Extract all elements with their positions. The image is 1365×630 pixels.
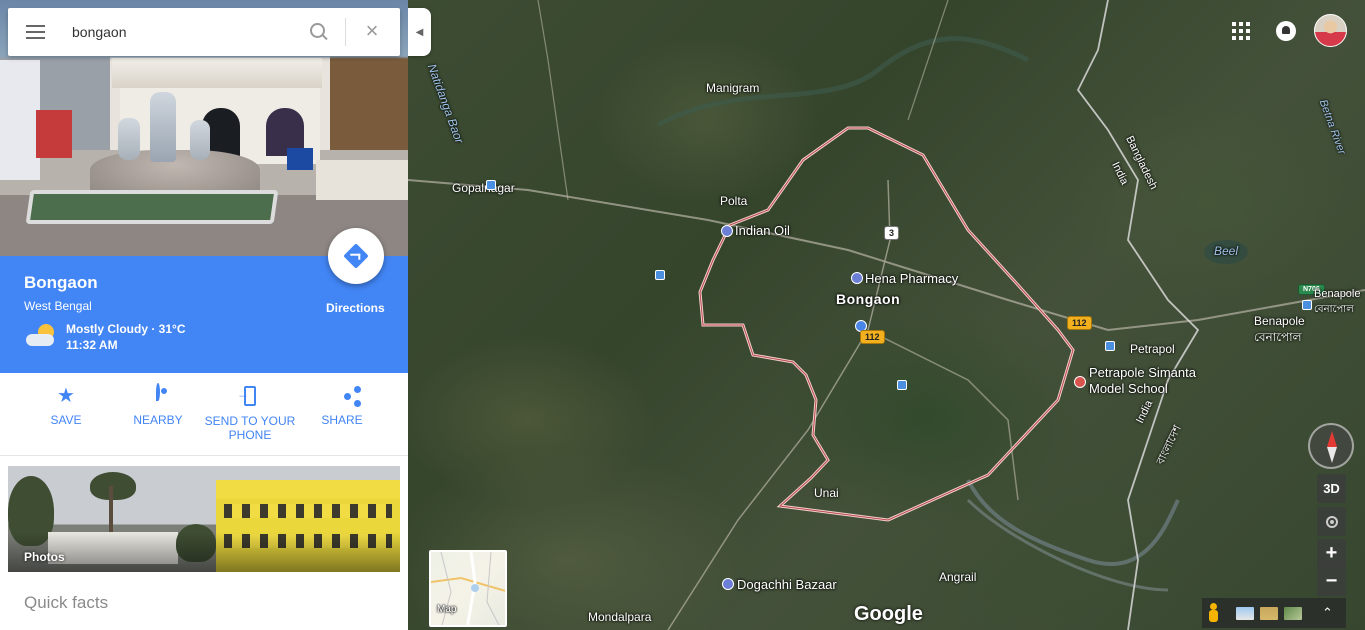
local-time: 11:32 AM [66, 338, 118, 352]
share-button[interactable]: SHARE [296, 385, 388, 427]
fuel-poi-icon[interactable] [721, 225, 733, 237]
map-label-polta[interactable]: Polta [720, 194, 747, 208]
map-label-benapole[interactable]: Benapole [1254, 314, 1305, 328]
pegman-icon[interactable] [1208, 603, 1218, 623]
route-shield-3: 3 [884, 226, 900, 240]
star-icon: ★ [57, 385, 75, 407]
directions-icon [343, 243, 369, 269]
imagery-thumbnail[interactable] [1236, 606, 1254, 620]
map-label-bongaon[interactable]: Bongaon [836, 291, 900, 307]
place-actions: ★ SAVE NEARBY SEND TO YOUR PHONE SHARE [0, 373, 408, 456]
map-label-petrapole-school-1[interactable]: Petrapole Simanta [1089, 365, 1196, 380]
nearby-label: NEARBY [133, 413, 183, 427]
school-poi-icon[interactable] [1074, 376, 1086, 388]
map-label-angrail[interactable]: Angrail [939, 570, 976, 584]
directions-label[interactable]: Directions [326, 301, 385, 315]
bus-stop-icon[interactable] [897, 380, 907, 390]
map-type-label: Map [437, 604, 457, 615]
zoom-out-button[interactable]: − [1317, 567, 1346, 596]
partly-cloudy-icon [26, 324, 56, 348]
location-pin-icon [156, 383, 160, 401]
notifications-bell-icon[interactable] [1276, 21, 1296, 41]
3d-toggle-button[interactable]: 3D [1317, 474, 1346, 503]
compass-icon[interactable] [1308, 423, 1354, 469]
map-label-benapole-bn: বেনাপোল [1254, 330, 1302, 344]
search-box: × [8, 8, 400, 56]
search-divider [345, 18, 346, 46]
send-to-phone-icon [237, 386, 256, 406]
map-label-gopalnagar[interactable]: Gopalnagar [452, 181, 515, 195]
send-label-line2: PHONE [228, 428, 272, 442]
place-panel: Bongaon West Bengal Mostly Cloudy · 31°C… [0, 0, 408, 630]
directions-button[interactable] [328, 228, 384, 284]
zoom-in-button[interactable]: + [1317, 539, 1346, 568]
save-label: SAVE [50, 413, 82, 427]
imagery-strip: ⌃ [1202, 598, 1346, 628]
map-label-petrapole-school-2[interactable]: Model School [1089, 381, 1168, 396]
my-location-button[interactable] [1317, 507, 1346, 536]
collapse-panel-button[interactable]: ◀ [408, 8, 431, 56]
map-label-hena-pharmacy[interactable]: Hena Pharmacy [865, 271, 958, 286]
save-button[interactable]: ★ SAVE [20, 385, 112, 427]
imagery-thumbnail[interactable] [1284, 606, 1302, 620]
place-title: Bongaon [24, 273, 98, 292]
search-input[interactable] [72, 22, 292, 42]
menu-icon[interactable] [26, 25, 45, 39]
route-shield-112: 112 [860, 330, 885, 344]
bus-stop-icon[interactable] [655, 270, 665, 280]
chevron-up-icon[interactable]: ⌃ [1322, 605, 1333, 621]
place-region: West Bengal [24, 299, 92, 313]
bus-stop-icon[interactable] [1302, 300, 1312, 310]
satellite-map[interactable]: Natidanga Baor Manigram Gopalnagar Polta… [408, 0, 1365, 630]
map-label-dogachhi[interactable]: Dogachhi Bazaar [737, 577, 837, 592]
route-shield-112-east: 112 [1067, 316, 1092, 330]
avatar[interactable] [1314, 14, 1347, 47]
send-to-phone-button[interactable]: SEND TO YOUR PHONE [204, 385, 296, 442]
quick-facts-heading: Quick facts [24, 593, 109, 612]
close-icon[interactable]: × [363, 20, 381, 42]
map-thumbnail [431, 552, 505, 625]
map-label-manigram[interactable]: Manigram [706, 81, 759, 95]
map-label-beel: Beel [1214, 244, 1239, 258]
map-label-unai[interactable]: Unai [814, 486, 839, 500]
shopping-poi-icon[interactable] [722, 578, 734, 590]
bus-stop-icon[interactable] [1105, 341, 1115, 351]
map-label-benapole-right-bn: বেনাপোল [1314, 304, 1354, 315]
google-logo: Google [854, 603, 923, 625]
bus-stop-icon[interactable] [486, 180, 496, 190]
my-location-icon [1325, 515, 1338, 528]
nearby-button[interactable]: NEARBY [112, 383, 204, 427]
map-type-toggle[interactable]: Map [429, 550, 507, 627]
pharmacy-poi-icon[interactable] [851, 272, 863, 284]
maps-app: Natidanga Baor Manigram Gopalnagar Polta… [0, 0, 1365, 630]
map-label-petrapol[interactable]: Petrapol [1130, 342, 1175, 356]
search-icon[interactable] [310, 23, 328, 41]
photos-label: Photos [24, 550, 65, 564]
photos-card[interactable]: Photos [8, 466, 400, 572]
map-label-indian-oil[interactable]: Indian Oil [735, 223, 790, 238]
map-label-mondalpara[interactable]: Mondalpara [588, 610, 651, 624]
share-label: SHARE [321, 413, 363, 427]
apps-grid-icon[interactable] [1232, 22, 1250, 40]
map-label-benapole-right[interactable]: Benapole [1314, 288, 1361, 300]
map-overlay [408, 0, 1365, 630]
weather-summary: Mostly Cloudy · 31°C [66, 322, 186, 336]
chevron-left-icon: ◀ [415, 26, 424, 38]
send-label-line1: SEND TO YOUR [204, 414, 296, 428]
imagery-thumbnail[interactable] [1260, 606, 1278, 620]
